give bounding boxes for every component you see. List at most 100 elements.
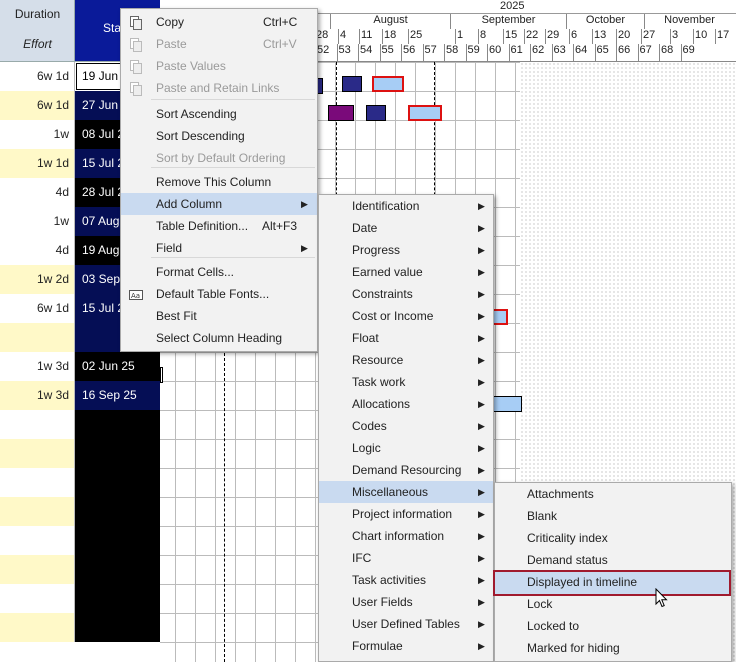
duration-cell[interactable]: 4d — [0, 236, 75, 265]
task-bar[interactable] — [328, 105, 354, 121]
add-column-menu-item[interactable]: User Defined Tables ▶ — [319, 613, 493, 635]
context-menu-item[interactable]: Sort Ascending — [121, 103, 317, 125]
start-cell[interactable]: 02 Jun 25 — [75, 352, 160, 381]
table-row[interactable]: 1w 3d 16 Sep 25 — [0, 381, 160, 410]
start-header-label: Sta — [103, 21, 122, 35]
task-bar-selected[interactable] — [408, 105, 442, 121]
start-cell[interactable] — [75, 439, 160, 468]
misc-menu-item[interactable]: Displayed in timeline — [493, 570, 731, 596]
add-column-menu-item[interactable]: Earned value ▶ — [319, 261, 493, 283]
table-row[interactable] — [0, 584, 160, 613]
add-column-menu-item[interactable]: Formulae ▶ — [319, 635, 493, 657]
add-column-menu-item[interactable]: Constraints ▶ — [319, 283, 493, 305]
misc-menu-item[interactable]: Demand status — [495, 549, 731, 571]
table-row[interactable] — [0, 526, 160, 555]
add-column-menu-item[interactable]: Progress ▶ — [319, 239, 493, 261]
table-row[interactable] — [0, 497, 160, 526]
start-cell[interactable] — [75, 584, 160, 613]
add-column-menu-item[interactable]: Resource ▶ — [319, 349, 493, 371]
month-label: November — [644, 14, 734, 29]
table-row[interactable] — [0, 410, 160, 439]
duration-cell[interactable]: 1w — [0, 120, 75, 149]
start-cell[interactable] — [75, 526, 160, 555]
misc-menu-item[interactable]: Marked for hiding — [495, 637, 731, 659]
misc-menu-item[interactable]: Lock — [495, 593, 731, 615]
duration-cell[interactable]: 1w 3d — [0, 381, 75, 410]
submenu-arrow-icon: ▶ — [478, 311, 485, 321]
task-bar-selected[interactable] — [372, 76, 404, 92]
start-cell[interactable] — [75, 410, 160, 439]
table-row[interactable] — [0, 555, 160, 584]
duration-cell[interactable] — [0, 584, 75, 613]
duration-cell[interactable]: 1w 3d — [0, 352, 75, 381]
misc-menu-item[interactable]: Blank — [495, 505, 731, 527]
add-column-menu-item[interactable]: Date ▶ — [319, 217, 493, 239]
duration-column-header[interactable]: Duration Effort — [0, 0, 75, 62]
context-menu-item[interactable]: Table Definition... Alt+F3 — [121, 215, 317, 237]
add-column-menu-item[interactable]: Project information ▶ — [319, 503, 493, 525]
start-cell[interactable] — [75, 555, 160, 584]
context-menu-item[interactable]: Paste Values — [121, 55, 317, 77]
add-column-menu-item[interactable]: Task activities ▶ — [319, 569, 493, 591]
start-cell[interactable] — [75, 613, 160, 642]
misc-menu-item[interactable]: Criticality index — [495, 527, 731, 549]
duration-cell[interactable]: 1w — [0, 207, 75, 236]
duration-cell[interactable] — [0, 555, 75, 584]
add-column-menu-item[interactable]: Float ▶ — [319, 327, 493, 349]
add-column-menu-item[interactable]: Chart information ▶ — [319, 525, 493, 547]
duration-cell[interactable] — [0, 410, 75, 439]
duration-cell[interactable]: 1w 1d — [0, 149, 75, 178]
table-row[interactable] — [0, 613, 160, 642]
add-column-menu-item[interactable]: Codes ▶ — [319, 415, 493, 437]
add-column-menu-item[interactable]: Identification ▶ — [319, 195, 493, 217]
task-bar[interactable] — [342, 76, 362, 92]
context-menu-item[interactable]: Copy Ctrl+C — [121, 11, 317, 33]
menu-item-label: Default Table Fonts... — [156, 287, 270, 301]
start-cell[interactable]: 16 Sep 25 — [75, 381, 160, 410]
misc-menu-item[interactable]: Attachments — [495, 483, 731, 505]
menu-item-label: Sort by Default Ordering — [156, 151, 286, 165]
add-column-menu-item[interactable]: Demand Resourcing ▶ — [319, 459, 493, 481]
add-column-menu-item[interactable]: User Fields ▶ — [319, 591, 493, 613]
menu-item-label: Allocations — [352, 397, 411, 411]
duration-cell[interactable]: 4d — [0, 178, 75, 207]
add-column-menu-item[interactable]: IFC ▶ — [319, 547, 493, 569]
duration-cell[interactable] — [0, 439, 75, 468]
context-menu-item[interactable]: Best Fit — [121, 305, 317, 327]
context-menu-item[interactable]: Paste and Retain Links — [121, 77, 317, 99]
menu-item-label: Float — [352, 331, 379, 345]
duration-cell[interactable] — [0, 323, 75, 352]
add-column-menu-item[interactable]: Allocations ▶ — [319, 393, 493, 415]
context-menu-item[interactable]: Select Column Heading — [121, 327, 317, 349]
table-row[interactable]: 1w 3d 02 Jun 25 — [0, 352, 160, 381]
context-menu-item[interactable]: Default Table Fonts... Aa — [121, 283, 317, 305]
add-column-menu-item[interactable]: Miscellaneous ▶ — [319, 481, 493, 503]
duration-cell[interactable] — [0, 497, 75, 526]
context-menu-item[interactable]: Remove This Column — [121, 171, 317, 193]
miscellaneous-submenu: Attachments Blank Criticality index Demand … — [493, 482, 732, 662]
start-cell[interactable] — [75, 468, 160, 497]
add-column-menu-item[interactable]: Task work ▶ — [319, 371, 493, 393]
duration-cell[interactable]: 6w 1d — [0, 62, 75, 91]
table-row[interactable] — [0, 468, 160, 497]
task-bar[interactable] — [490, 396, 522, 412]
duration-cell[interactable]: 6w 1d — [0, 91, 75, 120]
task-bar[interactable] — [160, 367, 163, 383]
duration-cell[interactable] — [0, 613, 75, 642]
context-menu-item[interactable]: Add Column ▶ — [121, 193, 317, 215]
duration-cell[interactable] — [0, 468, 75, 497]
table-row[interactable] — [0, 439, 160, 468]
duration-cell[interactable] — [0, 526, 75, 555]
duration-cell[interactable]: 1w 2d — [0, 265, 75, 294]
context-menu-item[interactable]: Sort by Default Ordering — [121, 147, 317, 169]
context-menu-item[interactable]: Field ▶ — [121, 237, 317, 259]
misc-menu-item[interactable]: Locked to — [495, 615, 731, 637]
task-bar[interactable] — [366, 105, 386, 121]
add-column-menu-item[interactable]: Cost or Income ▶ — [319, 305, 493, 327]
add-column-menu-item[interactable]: Logic ▶ — [319, 437, 493, 459]
context-menu-item[interactable]: Paste Ctrl+V — [121, 33, 317, 55]
context-menu-item[interactable]: Sort Descending — [121, 125, 317, 147]
context-menu-item[interactable]: Format Cells... — [121, 261, 317, 283]
start-cell[interactable] — [75, 497, 160, 526]
duration-cell[interactable]: 6w 1d — [0, 294, 75, 323]
